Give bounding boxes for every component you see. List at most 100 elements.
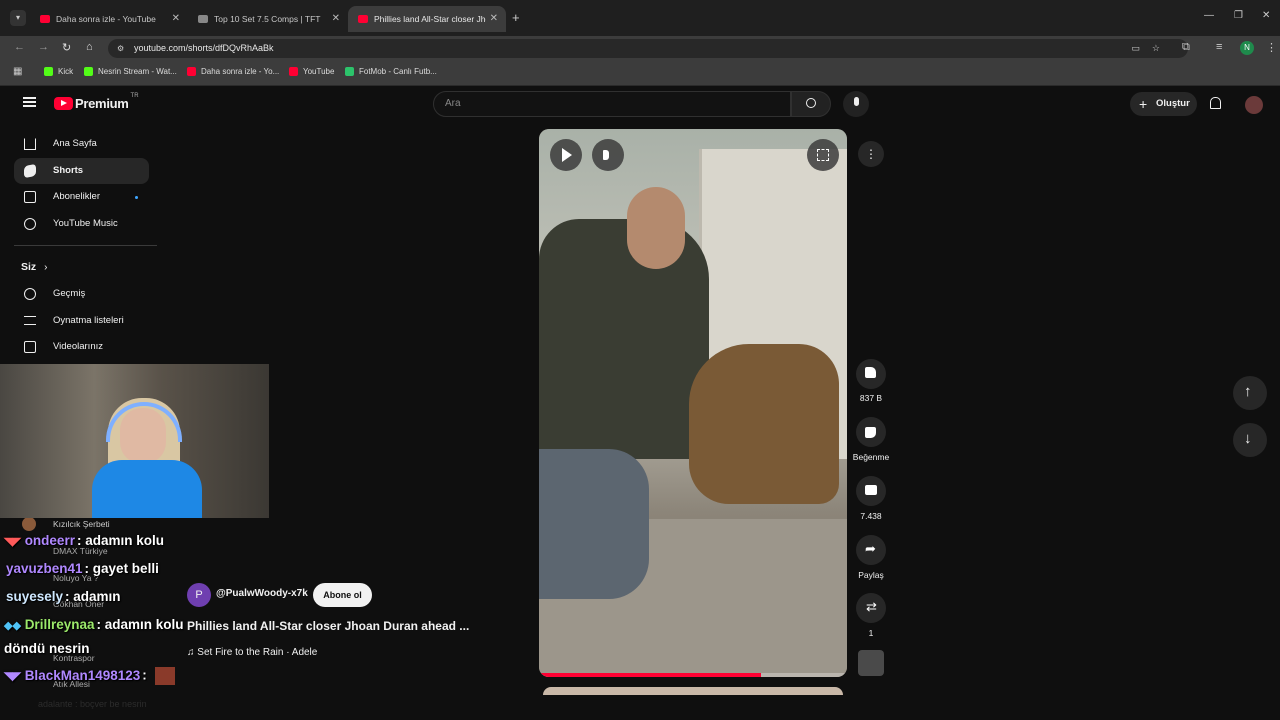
create-button[interactable]: + Oluştur <box>1130 92 1197 116</box>
notifications-bell-icon[interactable] <box>1210 97 1221 109</box>
dislike-button[interactable] <box>856 417 886 447</box>
more-options-icon[interactable]: ⋮ <box>858 141 884 167</box>
remix-button[interactable]: ⇄ <box>856 593 886 623</box>
fullscreen-button[interactable] <box>807 139 839 171</box>
chevron-right-icon: › <box>44 262 48 273</box>
bookmark-kick[interactable]: Kick <box>44 67 73 76</box>
extensions-icon[interactable]: ⧉ <box>1182 41 1190 54</box>
thumbs-up-icon <box>865 367 876 378</box>
browser-tab-bar: ▾ Daha sonra izle - YouTube ✕ Top 10 Set… <box>0 0 1280 36</box>
youtube-play-logo-icon <box>54 97 73 110</box>
window-close-icon[interactable]: ✕ <box>1262 10 1270 21</box>
menu-icon[interactable]: ⋮ <box>1266 41 1277 54</box>
short-title[interactable]: Phillies land All-Star closer Jhoan Dura… <box>187 619 469 633</box>
voice-search-button[interactable] <box>843 91 869 117</box>
bookmark-watch-later[interactable]: Daha sonra izle - Yo... <box>187 67 279 76</box>
chat-badge-icon: ◆◆ <box>4 620 21 632</box>
new-tab-icon[interactable]: + <box>512 10 520 25</box>
sidebar-item-history[interactable]: Geçmiş <box>14 281 149 307</box>
forward-icon[interactable]: → <box>38 41 49 53</box>
account-avatar[interactable] <box>1245 96 1263 114</box>
shorts-icon <box>24 163 36 179</box>
video-frame-head <box>627 187 685 269</box>
next-short-preview[interactable] <box>543 687 843 695</box>
apps-icon[interactable]: ▦ <box>13 66 22 77</box>
reload-icon[interactable]: ↻ <box>62 41 71 54</box>
remix-icon: ⇄ <box>866 599 877 614</box>
youtube-logo[interactable]: Premium TR <box>54 93 139 111</box>
history-icon <box>24 288 36 300</box>
sidebar-item-home[interactable]: Ana Sayfa <box>14 131 149 157</box>
close-icon[interactable]: ✕ <box>332 13 340 24</box>
tab-watch-later[interactable]: Daha sonra izle - YouTube ✕ <box>30 6 188 32</box>
subscribe-button[interactable]: Abone ol <box>313 583 372 607</box>
sound-thumbnail[interactable] <box>858 650 884 676</box>
bookmark-nesrin[interactable]: Nesrin Stream - Wat... <box>84 67 177 76</box>
comment-icon <box>865 485 877 495</box>
close-icon[interactable]: ✕ <box>172 13 180 24</box>
sidebar-item-playlists[interactable]: Oynatma listeleri <box>14 308 149 334</box>
volume-button[interactable] <box>592 139 624 171</box>
dislike-label: Beğenme <box>852 452 890 462</box>
youtube-favicon-icon <box>40 15 50 23</box>
cast-icon[interactable]: ▭ <box>1131 39 1140 58</box>
you-section-header[interactable]: Siz › <box>21 261 47 273</box>
bookmarks-bar: ▦ Kick Nesrin Stream - Wat... Daha sonra… <box>0 61 1280 86</box>
channel-name[interactable]: @PualwWoody-x7k <box>216 588 308 599</box>
minimize-icon[interactable]: — <box>1204 10 1214 21</box>
tft-favicon-icon <box>198 15 208 23</box>
tab-title: Daha sonra izle - YouTube <box>56 14 156 24</box>
microphone-icon <box>854 97 859 106</box>
search-button[interactable] <box>791 91 831 117</box>
play-button[interactable] <box>550 139 582 171</box>
close-icon[interactable]: ✕ <box>490 13 498 24</box>
video-progress-track[interactable] <box>539 673 847 677</box>
profile-avatar[interactable]: N <box>1240 41 1254 55</box>
tab-title: Top 10 Set 7.5 Comps | TFT Set <box>214 14 322 24</box>
back-icon[interactable]: ← <box>14 41 25 53</box>
like-button[interactable] <box>856 359 886 389</box>
sidebar-item-shorts[interactable]: Shorts <box>14 158 149 184</box>
previous-short-button[interactable]: ↑ <box>1233 376 1267 410</box>
music-icon <box>24 218 36 230</box>
share-icon: ➦ <box>865 541 876 556</box>
youtube-favicon-icon <box>358 15 368 23</box>
tab-tft[interactable]: Top 10 Set 7.5 Comps | TFT Set ✕ <box>188 6 348 32</box>
home-icon[interactable]: ⌂ <box>86 41 93 53</box>
media-icon[interactable]: ≡ <box>1216 41 1222 53</box>
bookmark-youtube[interactable]: YouTube <box>289 67 334 76</box>
sidebar-divider <box>14 245 157 246</box>
tab-search-icon[interactable]: ▾ <box>10 10 26 26</box>
plus-icon: + <box>1139 96 1148 112</box>
channel-avatar[interactable]: P <box>187 583 211 607</box>
bookmark-star-icon[interactable]: ☆ <box>1152 39 1160 58</box>
chat-faded-message: adalante : boçver be nesrin <box>38 699 147 709</box>
share-button[interactable]: ➦ <box>856 535 886 565</box>
bookmark-fotmob[interactable]: FotMob - Canlı Futb... <box>345 67 437 76</box>
next-short-button[interactable]: ↓ <box>1233 423 1267 457</box>
hamburger-menu-icon[interactable] <box>23 97 36 107</box>
share-label: Paylaş <box>858 570 884 580</box>
short-video-player[interactable] <box>539 129 847 677</box>
site-info-icon[interactable]: ⚙ <box>117 39 124 58</box>
subscription-item[interactable]: Kızılcık Şerbeti <box>53 519 110 529</box>
music-line[interactable]: ♫ Set Fire to the Rain · Adele <box>187 647 317 658</box>
restore-icon[interactable]: ❐ <box>1234 10 1243 21</box>
playlists-icon <box>24 316 36 325</box>
sidebar-item-your-videos[interactable]: Videolarınız <box>14 334 149 360</box>
address-bar[interactable]: ⚙ youtube.com/shorts/dfDQvRhAaBk ▭ ☆ <box>108 39 1188 58</box>
chat-emote <box>154 667 175 685</box>
volume-icon <box>603 150 609 160</box>
chat-badge-icon: ◥◤ <box>4 536 21 548</box>
sidebar-item-youtube-music[interactable]: YouTube Music <box>14 211 149 237</box>
subscriptions-icon <box>24 191 36 203</box>
comments-button[interactable] <box>856 476 886 506</box>
chat-message: döndü nesrin <box>4 641 90 656</box>
comment-count: 7.438 <box>860 511 882 521</box>
tab-phillies[interactable]: Phillies land All-Star closer Jhoan ✕ <box>348 6 506 32</box>
video-frame-dog <box>689 344 839 504</box>
chat-text: : gayet belli <box>84 561 159 576</box>
fotmob-icon <box>345 67 354 76</box>
search-input[interactable]: Ara <box>433 91 791 117</box>
sidebar-item-subscriptions[interactable]: Abonelikler <box>14 184 149 210</box>
